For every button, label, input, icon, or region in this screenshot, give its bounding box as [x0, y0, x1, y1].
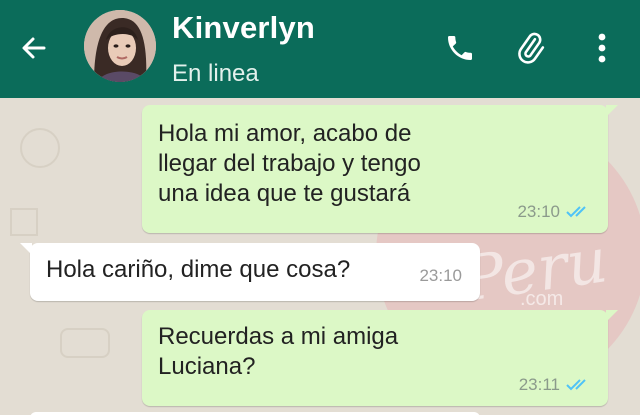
- message-text: Hola mi amor, acabo de llegar del trabaj…: [158, 120, 421, 207]
- paperclip-icon: [518, 32, 545, 64]
- double-check-icon: [566, 379, 586, 391]
- message-outgoing[interactable]: Hola mi amor, acabo de llegar del trabaj…: [142, 105, 618, 233]
- wallpaper-doodle: [60, 328, 110, 358]
- chat-area[interactable]: Peru .com Hola mi amor, acabo de llegar …: [0, 98, 640, 415]
- back-button[interactable]: [14, 30, 54, 66]
- contact-status: En linea: [172, 60, 259, 87]
- message-meta: 23:10: [419, 261, 462, 291]
- message-time: 23:10: [517, 202, 560, 221]
- call-button[interactable]: [440, 26, 480, 70]
- message-meta: 23:10: [517, 197, 592, 227]
- message-text: Hola cariño, dime que cosa?: [46, 256, 351, 283]
- message-outgoing[interactable]: Recuerdas a mi amiga Luciana? 23:11: [142, 310, 618, 406]
- contact-name[interactable]: Kinverlyn: [172, 10, 315, 46]
- arrow-left-icon: [22, 37, 46, 59]
- double-check-icon: [566, 206, 586, 218]
- message-meta: 23:11: [519, 370, 592, 400]
- avatar-image: [84, 10, 156, 82]
- chat-header: Kinverlyn En linea: [0, 0, 640, 98]
- phone-icon: [448, 36, 472, 60]
- more-options-button[interactable]: [582, 26, 622, 70]
- wallpaper-doodle: [10, 208, 38, 236]
- more-vert-icon: [598, 33, 606, 63]
- message-time: 23:11: [518, 375, 560, 394]
- attach-button[interactable]: [510, 26, 550, 70]
- message-time: 23:10: [419, 266, 462, 285]
- message-incoming[interactable]: Hola cariño, dime que cosa? 23:10: [20, 243, 480, 301]
- contact-avatar[interactable]: [84, 10, 156, 82]
- wallpaper-doodle: [20, 128, 60, 168]
- watermark-domain: .com: [520, 288, 564, 310]
